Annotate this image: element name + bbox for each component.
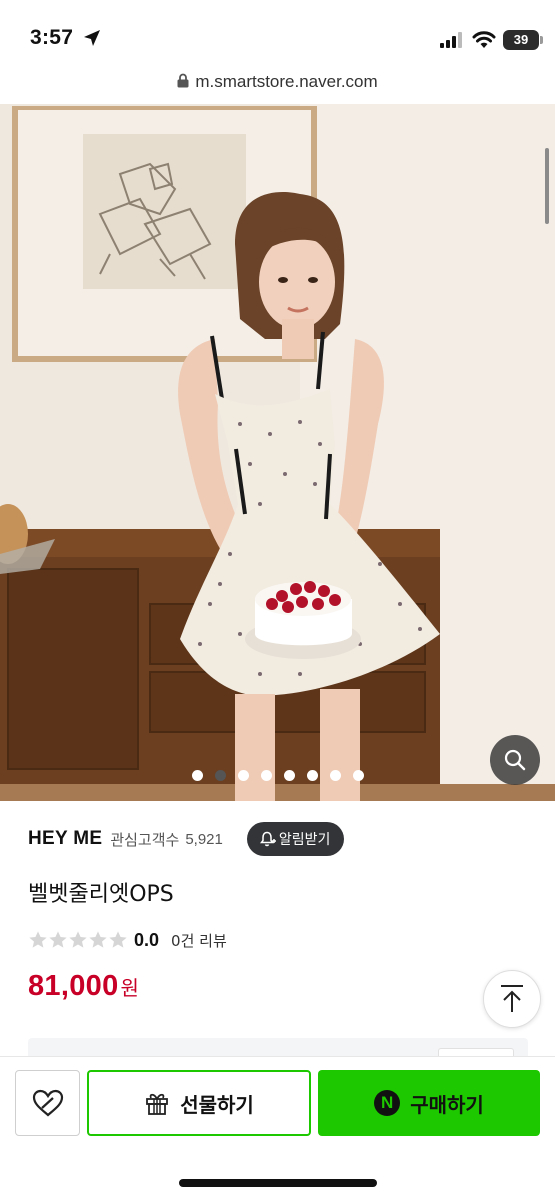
heart-icon [32,1089,63,1117]
gallery-dot[interactable] [283,770,295,781]
gallery-dot[interactable] [329,770,341,781]
product-title: 벨벳줄리엣OPS [28,882,174,907]
gallery-dot[interactable] [352,770,364,781]
wifi-icon [472,31,496,48]
store-row: HEY ME 관심고객수 5,921 알림받기 [28,822,345,856]
gallery-dot[interactable] [191,770,203,781]
lock-icon [177,73,189,88]
rating-value: 0.0 [134,929,160,950]
zoom-search-icon [504,749,526,771]
scroll-top-icon [501,985,523,1012]
alarm-label: 알림받기 [278,832,331,848]
battery-level: 39 [513,32,529,47]
store-name[interactable]: HEY ME [28,828,102,850]
gift-button[interactable]: 선물하기 [87,1070,311,1136]
gallery-dot[interactable] [237,770,249,781]
address-bar[interactable]: m.smartstore.naver.com [0,72,555,104]
purchase-bar: 선물하기 N 구매하기 [0,1056,555,1200]
star-empty-icon [69,931,87,948]
status-time: 3:57 [30,26,74,49]
gallery-dot-active[interactable] [214,770,226,781]
review-count[interactable]: 0건 리뷰 [171,930,227,951]
battery-icon: 39 [503,30,543,50]
favorite-label: 관심고객수 [110,830,180,849]
gift-icon [146,1093,169,1115]
page-scroll-indicator[interactable] [545,148,549,224]
star-empty-icon [29,931,47,948]
naver-pay-icon: N [374,1090,401,1116]
buy-label: 구매하기 [410,1092,484,1117]
rating-row[interactable]: 0.0 0건 리뷰 [28,927,227,953]
star-empty-icon [109,931,127,948]
price-value: 81,000 [28,970,119,1002]
gallery-dot[interactable] [260,770,272,781]
zoom-button[interactable] [490,735,540,785]
product-photo-illustration [0,104,555,801]
gift-label: 선물하기 [180,1092,254,1117]
status-bar: 3:57 39 [0,0,555,72]
url-text: m.smartstore.naver.com [195,72,378,91]
favorite-count: 5,921 [185,830,223,848]
gallery-dot[interactable] [306,770,318,781]
scroll-top-button[interactable] [483,970,541,1028]
cellular-signal-icon [440,32,462,48]
star-empty-icon [89,931,107,948]
star-empty-icon [49,931,67,948]
gallery-page-dots [0,766,555,781]
home-indicator[interactable] [179,1179,377,1187]
location-arrow-icon [84,30,100,46]
price-currency: 원 [120,976,139,1000]
alarm-subscribe-button[interactable]: 알림받기 [246,822,345,856]
product-photo[interactable] [0,104,555,801]
wishlist-button[interactable] [15,1070,80,1136]
price-row: 81,000 원 [28,970,139,1003]
bell-plus-icon [259,831,276,847]
buy-button[interactable]: N 구매하기 [318,1070,540,1136]
